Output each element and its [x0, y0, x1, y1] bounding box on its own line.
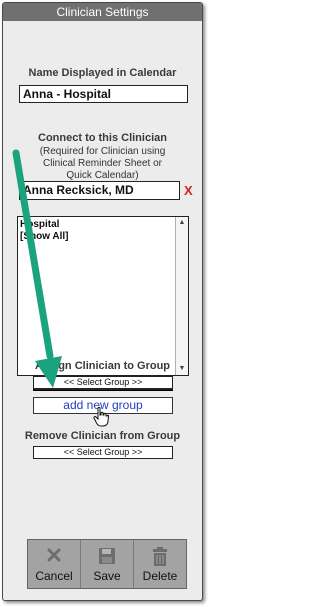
- cancel-label: Cancel: [35, 569, 73, 583]
- cancel-button[interactable]: Cancel: [28, 540, 81, 588]
- connect-note-line2: Clinical Reminder Sheet or: [43, 158, 162, 169]
- connected-clinician-field[interactable]: Anna Recksick, MD: [19, 181, 180, 200]
- cancel-x-icon: [46, 547, 62, 566]
- calendar-name-field[interactable]: Anna - Hospital: [19, 85, 188, 103]
- calendar-name-label: Name Displayed in Calendar: [28, 67, 177, 79]
- assign-group-label: Assign Clinician to Group: [34, 360, 171, 372]
- list-item[interactable]: Hospital: [20, 219, 69, 231]
- clinician-settings-window: Clinician Settings Name Displayed in Cal…: [2, 2, 203, 601]
- list-scrollbar[interactable]: ▲ ▼: [175, 217, 188, 375]
- save-label: Save: [93, 569, 121, 583]
- save-button[interactable]: Save: [81, 540, 134, 588]
- clear-clinician-button[interactable]: X: [184, 184, 193, 198]
- assign-group-select[interactable]: << Select Group >>: [33, 376, 173, 390]
- group-listbox[interactable]: Hospital [Show All] ▲ ▼: [17, 216, 189, 376]
- connect-clinician-label: Connect to this Clinician: [38, 132, 167, 144]
- delete-label: Delete: [142, 569, 178, 583]
- action-toolbar: Cancel Save Delete: [27, 539, 187, 589]
- list-item[interactable]: [Show All]: [20, 231, 69, 243]
- window-title: Clinician Settings: [3, 3, 202, 21]
- remove-group-label: Remove Clinician from Group: [24, 430, 181, 442]
- delete-button[interactable]: Delete: [134, 540, 186, 588]
- hand-cursor-icon: [93, 407, 109, 427]
- connect-note-line1: (Required for Clinician using: [39, 146, 166, 157]
- group-list: Hospital [Show All]: [20, 219, 69, 243]
- scroll-up-icon[interactable]: ▲: [176, 217, 188, 229]
- remove-group-select[interactable]: << Select Group >>: [33, 446, 173, 459]
- floppy-disk-icon: [98, 547, 116, 568]
- trash-can-icon: [151, 547, 169, 570]
